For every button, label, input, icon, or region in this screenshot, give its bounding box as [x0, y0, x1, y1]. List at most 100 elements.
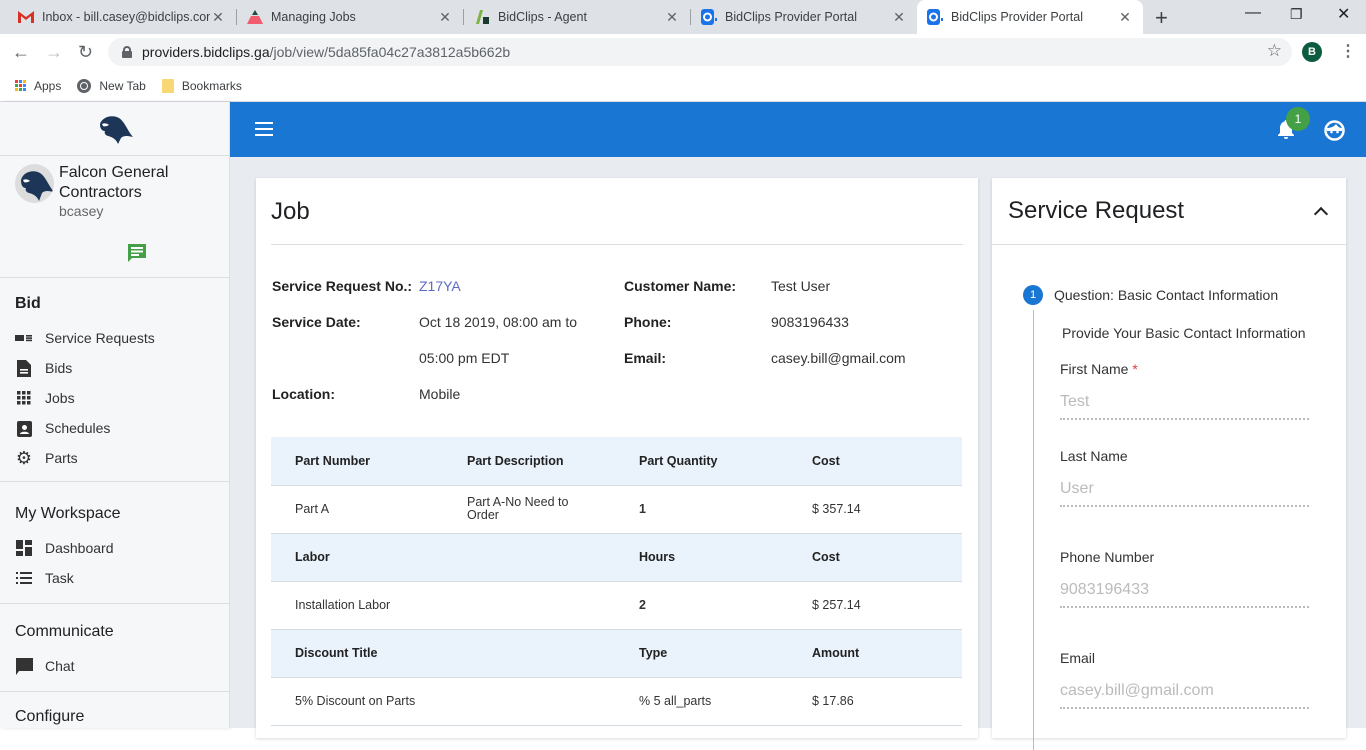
grid-icon: [15, 389, 33, 407]
bookmark-label: Apps: [34, 78, 62, 93]
sidebar-item-label: Schedules: [45, 420, 111, 436]
sidebar-item-schedules[interactable]: Schedules: [15, 413, 214, 443]
apps-icon: [15, 80, 26, 91]
field-label: Email: [1060, 650, 1096, 666]
falcon-logo[interactable]: [0, 102, 229, 156]
service-request-no-link[interactable]: Z17YA: [419, 278, 461, 294]
column-header: [443, 533, 615, 582]
hamburger-menu-icon[interactable]: [255, 122, 273, 136]
close-tab-icon[interactable]: ✕: [664, 9, 680, 26]
url-path: /job/view/5da85fa04c27a3812a5b662b: [269, 44, 511, 60]
service-date-label: Service Date:: [272, 314, 361, 330]
column-header: Cost: [788, 437, 962, 486]
section-title: My Workspace: [15, 505, 121, 522]
dashboard-icon: [15, 539, 33, 557]
managing-jobs-icon: [247, 9, 263, 25]
field-label-text: First Name: [1060, 361, 1129, 377]
labor-header-row: Labor Hours Cost: [271, 533, 962, 582]
browser-tab-provider-portal[interactable]: BidClips Provider Portal ✕: [691, 0, 917, 34]
discount-empty: [443, 677, 615, 726]
bidclips-portal-icon: [927, 9, 943, 25]
job-info: Service Request No.: Z17YA Service Date:…: [271, 245, 963, 437]
sidebar-item-task[interactable]: Task: [15, 563, 214, 593]
last-name-input[interactable]: User: [1060, 480, 1309, 507]
email-value: casey.bill@gmail.com: [771, 350, 906, 366]
table-row: Part A Part A-No Need to Order 1 $ 357.1…: [271, 485, 962, 534]
sidebar-item-parts[interactable]: ⚙ Parts: [15, 443, 214, 473]
bookmark-star-icon[interactable]: ☆: [1267, 41, 1282, 61]
restore-button[interactable]: ❐: [1290, 6, 1303, 23]
required-asterisk: *: [1132, 361, 1138, 377]
minimize-button[interactable]: —: [1245, 4, 1261, 22]
bookmark-new-tab[interactable]: New Tab: [77, 78, 146, 93]
new-tab-button[interactable]: +: [1155, 5, 1168, 31]
contact-calendar-icon: [15, 419, 33, 437]
question-step: 1 Question: Basic Contact Information: [1023, 285, 1278, 305]
company-avatar[interactable]: [15, 164, 54, 203]
profile-avatar[interactable]: B: [1302, 42, 1322, 62]
user-account-icon[interactable]: [1324, 120, 1345, 146]
bookmark-folder[interactable]: Bookmarks: [161, 78, 242, 93]
section-title: Configure: [15, 708, 85, 725]
bidclips-portal-icon: [701, 9, 717, 25]
gear-icon: ⚙: [15, 447, 33, 468]
close-tab-icon[interactable]: ✕: [891, 9, 907, 26]
service-request-header[interactable]: Service Request: [992, 178, 1346, 245]
url-host: providers.bidclips.ga: [142, 44, 270, 60]
first-name-field: First Name * Test: [1060, 361, 1309, 420]
browser-tab-provider-portal-active[interactable]: BidClips Provider Portal ✕: [917, 0, 1143, 34]
location-label: Location:: [272, 386, 335, 402]
step-number-badge: 1: [1023, 285, 1043, 305]
service-date-value-end: 05:00 pm EDT: [419, 350, 510, 366]
part-quantity: 1: [615, 485, 788, 534]
column-header: Type: [615, 629, 788, 678]
bookmark-label: Bookmarks: [181, 78, 242, 93]
forward-button[interactable]: →: [45, 42, 63, 63]
column-header: Hours: [615, 533, 788, 582]
service-date-value: Oct 18 2019, 08:00 am to: [419, 314, 577, 330]
url-input[interactable]: providers.bidclips.ga/job/view/5da85fa04…: [108, 38, 1292, 66]
browser-tab-managing-jobs[interactable]: Managing Jobs ✕: [237, 0, 463, 34]
column-header: [443, 629, 615, 678]
browser-menu-icon[interactable]: ⋮: [1340, 41, 1356, 61]
browser-tab-gmail[interactable]: Inbox - bill.casey@bidclips.com ✕: [8, 0, 236, 34]
step-connector-line: [1033, 310, 1034, 750]
first-name-input[interactable]: Test: [1060, 393, 1309, 420]
service-request-title: Service Request: [1008, 197, 1185, 224]
sidebar-item-service-requests[interactable]: Service Requests: [15, 323, 214, 353]
chevron-up-icon[interactable]: [1313, 206, 1329, 222]
address-bar-row: ← → ↻ providers.bidclips.ga/job/view/5da…: [0, 34, 1366, 70]
close-window-button[interactable]: ✕: [1337, 4, 1350, 24]
app-top-bar: 1: [230, 102, 1366, 157]
close-tab-icon[interactable]: ✕: [1117, 9, 1133, 26]
customer-name-value: Test User: [771, 278, 831, 294]
browser-tab-bidclips-agent[interactable]: BidClips - Agent ✕: [464, 0, 690, 34]
close-tab-icon[interactable]: ✕: [210, 9, 226, 26]
email-input[interactable]: casey.bill@gmail.com: [1060, 682, 1309, 709]
sidebar-item-dashboard[interactable]: Dashboard: [15, 533, 214, 563]
sidebar-item-bids[interactable]: Bids: [15, 353, 214, 383]
step-subtitle: Provide Your Basic Contact Information: [1062, 325, 1306, 341]
field-label: First Name *: [1060, 361, 1309, 377]
back-button[interactable]: ←: [12, 42, 30, 63]
username: bcasey: [59, 203, 104, 219]
sidebar-section-bid: Bid Service Requests Bids Jobs Schedules…: [0, 278, 229, 482]
reload-button[interactable]: ↻: [78, 42, 93, 63]
lock-icon: [122, 46, 132, 58]
service-request-card: Service Request 1 Question: Basic Contac…: [992, 178, 1346, 750]
discount-title: 5% Discount on Parts: [271, 677, 443, 726]
column-header: Discount Title: [271, 629, 443, 678]
sidebar-item-jobs[interactable]: Jobs: [15, 383, 214, 413]
email-field: Email casey.bill@gmail.com: [1060, 650, 1309, 709]
sidebar-item-chat[interactable]: Chat: [15, 651, 214, 681]
phone-value: 9083196433: [771, 314, 849, 330]
column-header: Cost: [788, 533, 962, 582]
message-icon[interactable]: [127, 243, 147, 263]
phone-number-input[interactable]: 9083196433: [1060, 581, 1309, 608]
folder-icon: [161, 78, 174, 93]
bookmark-label: New Tab: [99, 78, 146, 93]
bookmark-apps[interactable]: Apps: [15, 79, 61, 93]
sidebar-section-communicate: Communicate Chat: [0, 604, 229, 692]
labor-empty: [443, 581, 615, 630]
close-tab-icon[interactable]: ✕: [437, 9, 453, 26]
